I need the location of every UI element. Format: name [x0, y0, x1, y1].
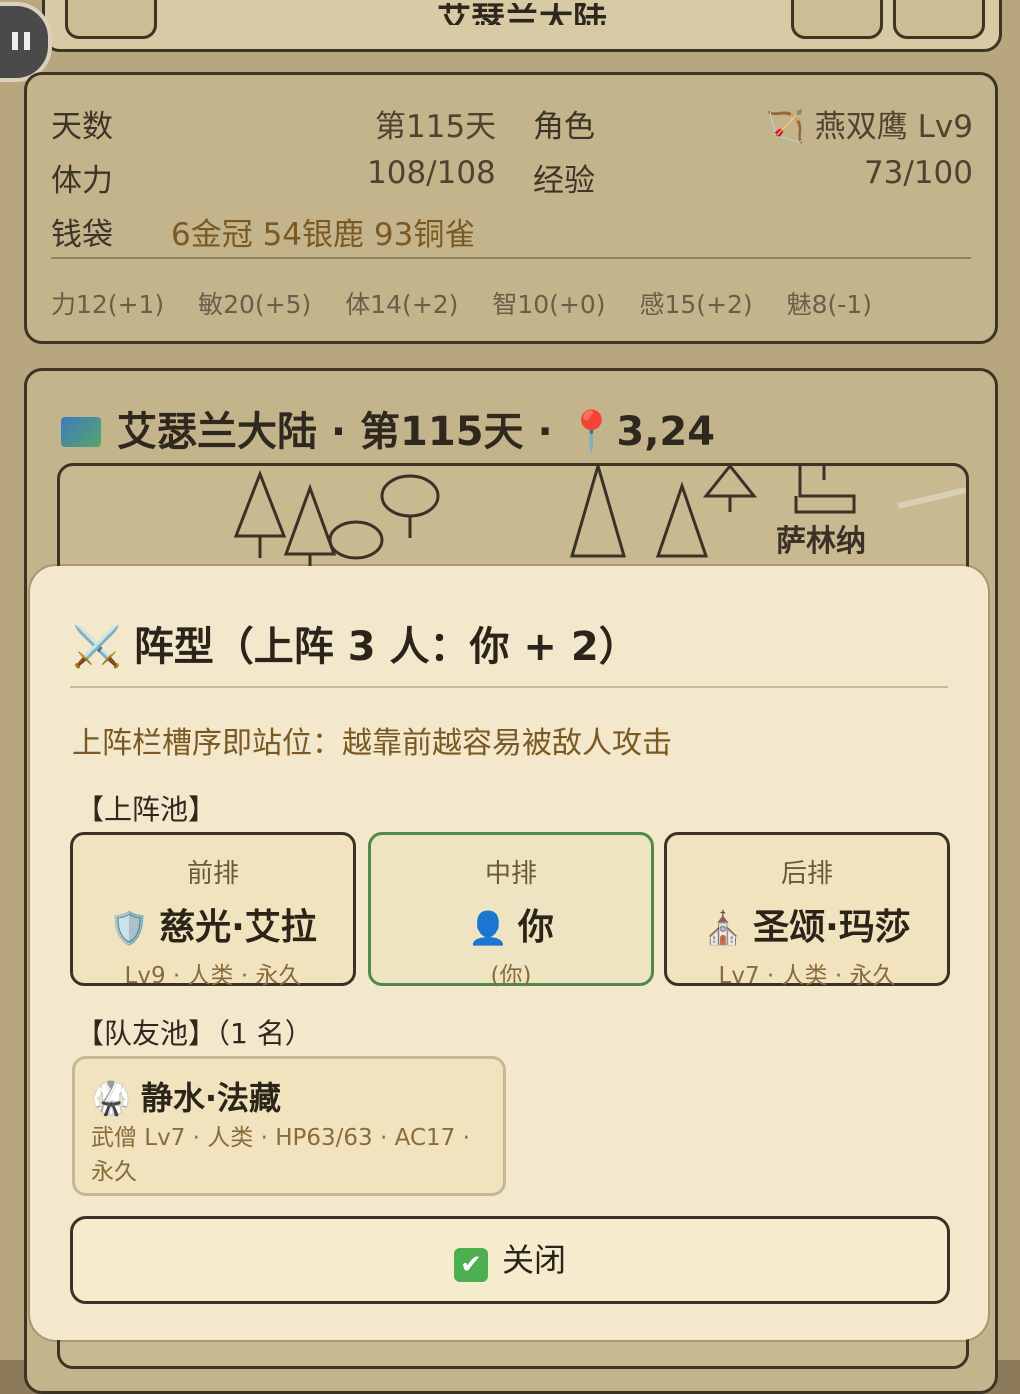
top-bar: 艾瑟兰大陆 [42, 0, 1002, 52]
crossed-swords-icon: ⚔️ [72, 624, 122, 670]
attr-dex: 敏20(+5) [198, 290, 312, 319]
slot-position: 后排 [780, 859, 833, 889]
active-pool-label: 【上阵池】 [76, 793, 217, 826]
mate-name: 静水·法藏 [140, 1079, 282, 1117]
attr-cha: 魅8(-1) [786, 290, 872, 319]
close-button[interactable]: ✔ 关闭 [70, 1216, 950, 1304]
attr-con: 体14(+2) [345, 290, 459, 319]
mate-pool-label: 【队友池】（1 名） [76, 1017, 313, 1050]
attribute-list: 力12(+1) 敏20(+5) 体14(+2) 智10(+0) 感15(+2) … [51, 285, 898, 321]
map-icon [61, 417, 101, 447]
formation-dialog: ⚔️ 阵型（上阵 3 人：你 + 2） 上阵栏槽序即站位：越靠前越容易被敌人攻击 … [30, 566, 988, 1340]
warning-button[interactable] [791, 0, 883, 39]
slot-sub: Lv7 · 人类 · 永久 [718, 963, 896, 989]
martial-arts-uniform-icon: 🥋 [91, 1079, 131, 1117]
purse-value: 6金冠 54银鹿 93铜雀 [171, 217, 476, 253]
tree-icon [655, 481, 709, 558]
stamina-value: 108/108 [367, 155, 496, 191]
exp-label: 经验 [533, 163, 595, 199]
tower-icon [794, 466, 856, 514]
map-coords: 3,24 [616, 409, 716, 455]
exp-value: 73/100 [863, 155, 973, 191]
mate-card[interactable]: 🥋 静水·法藏 武僧 Lv7 · 人类 · HP63/63 · AC17 · 永久 [72, 1056, 506, 1196]
tree-icon [380, 474, 440, 518]
stats-panel: 天数 第115天 角色 🏹 燕双鹰 Lv9 体力 108/108 经验 73/1… [24, 72, 998, 344]
map-header: 艾瑟兰大陆 · 第115天 · 📍3,24 [61, 399, 715, 457]
bow-icon: 🏹 [766, 109, 805, 145]
tree-icon [702, 466, 758, 512]
stamina-label: 体力 [51, 163, 113, 199]
attr-int: 智10(+0) [492, 290, 606, 319]
slot-back[interactable]: 后排 ⛪ 圣颂·玛莎 Lv7 · 人类 · 永久 [664, 832, 950, 989]
purse-label: 钱袋 [51, 217, 113, 253]
days-value: 第115天 [375, 109, 497, 145]
person-icon: 👤 [468, 909, 508, 947]
slot-front[interactable]: 前排 🛡️ 慈光·艾拉 Lv9 · 人类 · 永久 [70, 832, 356, 989]
slot-name: 你 [517, 907, 554, 948]
slot-sub: Lv9 · 人类 · 永久 [124, 963, 302, 989]
days-label: 天数 [51, 109, 113, 145]
role-label: 角色 [533, 109, 595, 145]
slot-name: 圣颂·玛莎 [753, 907, 911, 948]
tree-icon [328, 520, 384, 560]
formation-hint: 上阵栏槽序即站位：越靠前越容易被敌人攻击 [72, 726, 672, 761]
settings-button[interactable] [893, 0, 985, 39]
tree-icon [233, 469, 287, 558]
slot-name: 慈光·艾拉 [159, 907, 317, 948]
slot-middle[interactable]: 中排 👤 你 (你) [368, 832, 654, 989]
role-value: 🏹 燕双鹰 Lv9 [766, 109, 973, 145]
title-divider [70, 686, 948, 688]
slot-sub: (你) [490, 963, 532, 989]
mate-sub: 武僧 Lv7 · 人类 · HP63/63 · AC17 · 永久 [91, 1125, 470, 1185]
slot-position: 中排 [484, 859, 537, 889]
attr-wis: 感15(+2) [639, 290, 753, 319]
check-mark-icon: ✔ [453, 1248, 488, 1282]
dialog-title: ⚔️ 阵型（上阵 3 人：你 + 2） [72, 624, 639, 670]
shield-icon: 🛡️ [109, 909, 150, 947]
tree-icon [570, 466, 626, 558]
stats-divider [51, 257, 971, 259]
pin-icon: 📍 [566, 409, 617, 455]
attr-str: 力12(+1) [51, 290, 165, 319]
place-label: 萨林纳 [776, 524, 866, 559]
church-icon: ⛪ [703, 909, 744, 947]
slot-position: 前排 [186, 859, 239, 889]
tree-icon [283, 483, 337, 566]
